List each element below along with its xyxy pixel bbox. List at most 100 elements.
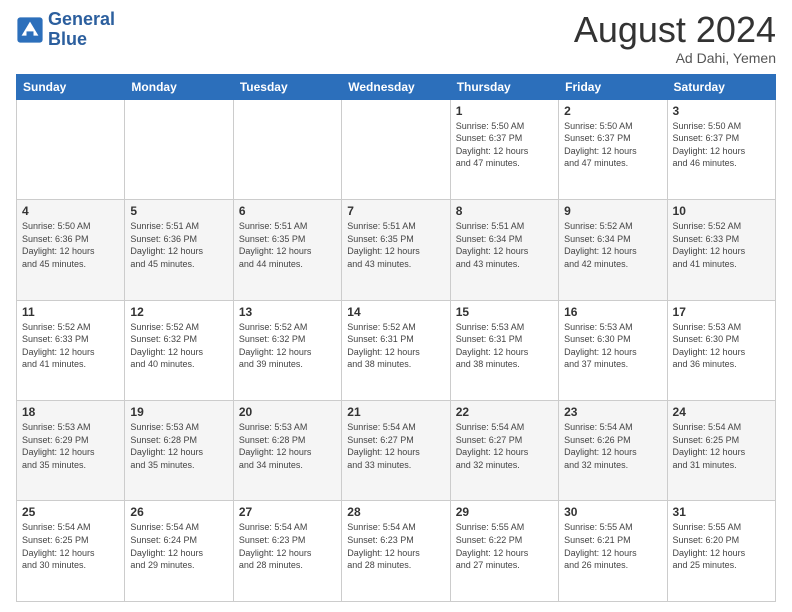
day-info: Sunrise: 5:50 AM Sunset: 6:37 PM Dayligh… [456,120,553,170]
day-number: 13 [239,305,336,319]
calendar-cell: 2 Sunrise: 5:50 AM Sunset: 6:37 PM Daylig… [559,99,667,199]
calendar-cell [233,99,341,199]
day-number: 6 [239,204,336,218]
day-number: 1 [456,104,553,118]
header: General Blue August 2024 Ad Dahi, Yemen [16,10,776,66]
day-number: 8 [456,204,553,218]
calendar-cell: 26Sunrise: 5:54 AM Sunset: 6:24 PM Dayli… [125,501,233,602]
day-number: 3 [673,104,770,118]
calendar-cell: 3 Sunrise: 5:50 AM Sunset: 6:37 PM Daylig… [667,99,775,199]
calendar-cell: 28 Sunrise: 5:54 AM Sunset: 6:23 PM Dayli… [342,501,450,602]
day-number: 17 [673,305,770,319]
calendar-week-5: 25 Sunrise: 5:54 AM Sunset: 6:25 PM Dayli… [17,501,776,602]
calendar-cell [342,99,450,199]
calendar-cell: 5 Sunrise: 5:51 AM Sunset: 6:36 PM Daylig… [125,200,233,300]
calendar-week-2: 4 Sunrise: 5:50 AM Sunset: 6:36 PM Daylig… [17,200,776,300]
calendar-week-3: 11 Sunrise: 5:52 AM Sunset: 6:33 PM Dayli… [17,300,776,400]
day-number: 19 [130,405,227,419]
calendar-cell: 7 Sunrise: 5:51 AM Sunset: 6:35 PM Daylig… [342,200,450,300]
day-number: 4 [22,204,119,218]
day-info: Sunrise: 5:53 AM Sunset: 6:28 PM Dayligh… [130,421,227,471]
day-number: 14 [347,305,444,319]
day-info: Sunrise: 5:53 AM Sunset: 6:30 PM Dayligh… [673,321,770,371]
day-number: 2 [564,104,661,118]
day-info: Sunrise: 5:52 AM Sunset: 6:34 PM Dayligh… [564,220,661,270]
day-info: Sunrise: 5:55 AM Sunset: 6:20 PM Dayligh… [673,521,770,571]
day-info: Sunrise: 5:52 AM Sunset: 6:33 PM Dayligh… [22,321,119,371]
calendar-header: Sunday Monday Tuesday Wednesday Thursday… [17,74,776,99]
day-info: Sunrise: 5:52 AM Sunset: 6:32 PM Dayligh… [130,321,227,371]
calendar-cell: 21 Sunrise: 5:54 AM Sunset: 6:27 PM Dayli… [342,401,450,501]
day-number: 15 [456,305,553,319]
day-info: Sunrise: 5:54 AM Sunset: 6:25 PM Dayligh… [22,521,119,571]
day-info: Sunrise: 5:51 AM Sunset: 6:36 PM Dayligh… [130,220,227,270]
col-wednesday: Wednesday [342,74,450,99]
day-number: 5 [130,204,227,218]
calendar-cell: 17 Sunrise: 5:53 AM Sunset: 6:30 PM Dayli… [667,300,775,400]
day-info: Sunrise: 5:51 AM Sunset: 6:35 PM Dayligh… [347,220,444,270]
col-saturday: Saturday [667,74,775,99]
col-sunday: Sunday [17,74,125,99]
day-info: Sunrise: 5:54 AM Sunset: 6:25 PM Dayligh… [673,421,770,471]
logo-line1: General [48,10,115,30]
day-number: 25 [22,505,119,519]
calendar-cell [125,99,233,199]
day-number: 30 [564,505,661,519]
day-number: 21 [347,405,444,419]
day-info: Sunrise: 5:54 AM Sunset: 6:27 PM Dayligh… [456,421,553,471]
logo-icon [16,16,44,44]
day-info: Sunrise: 5:55 AM Sunset: 6:21 PM Dayligh… [564,521,661,571]
calendar-cell: 6 Sunrise: 5:51 AM Sunset: 6:35 PM Daylig… [233,200,341,300]
calendar-cell: 23Sunrise: 5:54 AM Sunset: 6:26 PM Dayli… [559,401,667,501]
calendar-cell: 14Sunrise: 5:52 AM Sunset: 6:31 PM Dayli… [342,300,450,400]
day-number: 27 [239,505,336,519]
day-info: Sunrise: 5:53 AM Sunset: 6:30 PM Dayligh… [564,321,661,371]
day-number: 20 [239,405,336,419]
day-number: 9 [564,204,661,218]
day-number: 11 [22,305,119,319]
calendar-table: Sunday Monday Tuesday Wednesday Thursday… [16,74,776,602]
day-info: Sunrise: 5:55 AM Sunset: 6:22 PM Dayligh… [456,521,553,571]
page: General Blue August 2024 Ad Dahi, Yemen … [0,0,792,612]
day-info: Sunrise: 5:51 AM Sunset: 6:35 PM Dayligh… [239,220,336,270]
day-number: 28 [347,505,444,519]
calendar-cell: 30 Sunrise: 5:55 AM Sunset: 6:21 PM Dayli… [559,501,667,602]
calendar-cell: 8 Sunrise: 5:51 AM Sunset: 6:34 PM Daylig… [450,200,558,300]
col-friday: Friday [559,74,667,99]
location: Ad Dahi, Yemen [574,50,776,66]
day-number: 7 [347,204,444,218]
day-info: Sunrise: 5:54 AM Sunset: 6:23 PM Dayligh… [347,521,444,571]
day-info: Sunrise: 5:52 AM Sunset: 6:32 PM Dayligh… [239,321,336,371]
day-info: Sunrise: 5:50 AM Sunset: 6:36 PM Dayligh… [22,220,119,270]
day-info: Sunrise: 5:51 AM Sunset: 6:34 PM Dayligh… [456,220,553,270]
col-monday: Monday [125,74,233,99]
day-info: Sunrise: 5:54 AM Sunset: 6:26 PM Dayligh… [564,421,661,471]
col-thursday: Thursday [450,74,558,99]
calendar-week-4: 18Sunrise: 5:53 AM Sunset: 6:29 PM Dayli… [17,401,776,501]
logo-line2: Blue [48,30,115,50]
calendar-cell: 25 Sunrise: 5:54 AM Sunset: 6:25 PM Dayli… [17,501,125,602]
day-number: 10 [673,204,770,218]
calendar-cell: 10 Sunrise: 5:52 AM Sunset: 6:33 PM Dayli… [667,200,775,300]
title-block: August 2024 Ad Dahi, Yemen [574,10,776,66]
day-number: 16 [564,305,661,319]
day-info: Sunrise: 5:54 AM Sunset: 6:23 PM Dayligh… [239,521,336,571]
day-info: Sunrise: 5:50 AM Sunset: 6:37 PM Dayligh… [564,120,661,170]
calendar-cell: 20 Sunrise: 5:53 AM Sunset: 6:28 PM Dayli… [233,401,341,501]
calendar-cell: 18Sunrise: 5:53 AM Sunset: 6:29 PM Dayli… [17,401,125,501]
calendar-cell: 11 Sunrise: 5:52 AM Sunset: 6:33 PM Dayli… [17,300,125,400]
day-info: Sunrise: 5:54 AM Sunset: 6:27 PM Dayligh… [347,421,444,471]
calendar-cell: 13 Sunrise: 5:52 AM Sunset: 6:32 PM Dayli… [233,300,341,400]
day-info: Sunrise: 5:53 AM Sunset: 6:31 PM Dayligh… [456,321,553,371]
day-number: 31 [673,505,770,519]
calendar-cell: 27 Sunrise: 5:54 AM Sunset: 6:23 PM Dayli… [233,501,341,602]
logo-text: General Blue [48,10,115,50]
day-number: 22 [456,405,553,419]
day-info: Sunrise: 5:50 AM Sunset: 6:37 PM Dayligh… [673,120,770,170]
header-row: Sunday Monday Tuesday Wednesday Thursday… [17,74,776,99]
day-info: Sunrise: 5:52 AM Sunset: 6:33 PM Dayligh… [673,220,770,270]
day-info: Sunrise: 5:53 AM Sunset: 6:28 PM Dayligh… [239,421,336,471]
day-number: 29 [456,505,553,519]
month-year: August 2024 [574,10,776,50]
calendar-cell: 12Sunrise: 5:52 AM Sunset: 6:32 PM Dayli… [125,300,233,400]
